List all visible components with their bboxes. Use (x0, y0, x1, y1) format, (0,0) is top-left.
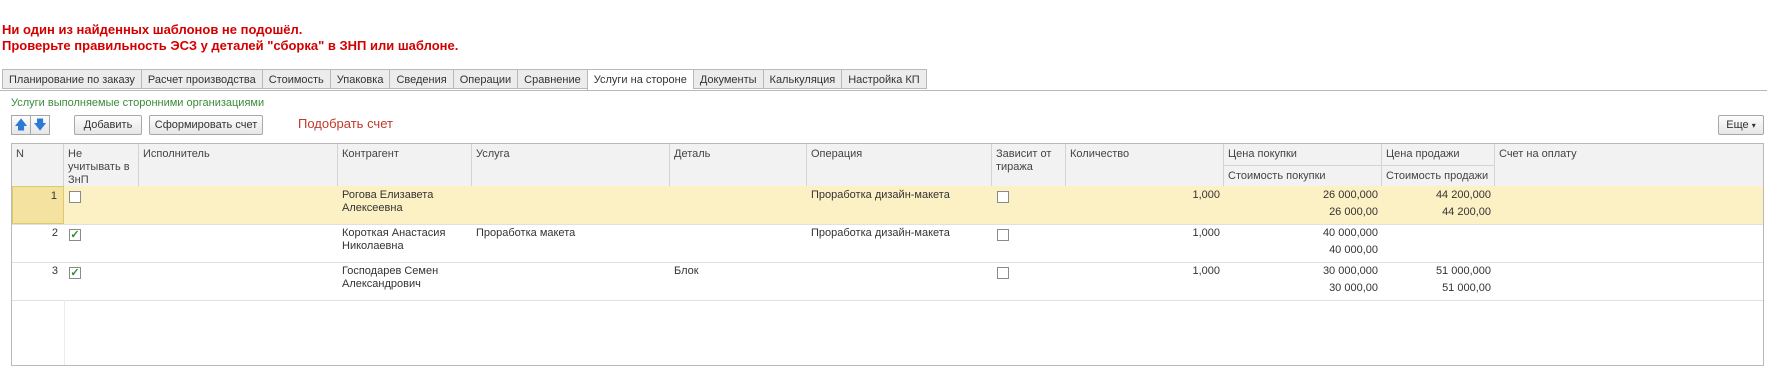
more-button[interactable]: Еще ▾ (1718, 115, 1764, 135)
operation-cell: Проработка дизайн-макета (811, 227, 950, 239)
col-contractor[interactable]: Контрагент (338, 144, 472, 186)
warning-line-1: Ни один из найденных шаблонов не подошёл… (2, 22, 303, 37)
contractor-line-2: Николаевна (342, 240, 404, 252)
table-row[interactable]: 1 Рогова Елизавета Алексеевна Проработка… (12, 186, 1763, 225)
exclude-checkbox[interactable]: ✓ (69, 229, 81, 241)
table-row[interactable]: 3 ✓ Господарев Семен Александрович Блок … (12, 262, 1763, 301)
quantity-cell: 1,000 (1192, 189, 1220, 201)
sell-cost-cell: 51 000,00 (1442, 282, 1491, 294)
tab-planning[interactable]: Планирование по заказу (2, 69, 141, 89)
caret-down-icon: ▾ (1751, 121, 1756, 130)
row-number: 1 (12, 186, 64, 224)
table-row[interactable]: 2 ✓ Короткая Анастасия Николаевна Прораб… (12, 224, 1763, 263)
services-table: N Не учитывать в ЗнП Исполнитель Контраг… (11, 143, 1764, 366)
col-sell-price[interactable]: Цена продажи (1382, 144, 1495, 165)
detail-cell: Блок (674, 265, 699, 277)
col-n[interactable]: N (12, 144, 64, 186)
tab-packaging[interactable]: Упаковка (329, 69, 390, 89)
sell-cost-cell: 44 200,00 (1442, 206, 1491, 218)
buy-cost-cell: 40 000,00 (1329, 244, 1378, 256)
contractor-line-1: Господарев Семен (342, 265, 439, 277)
buy-cost-cell: 26 000,00 (1329, 206, 1378, 218)
tab-bar: Планирование по заказу Расчет производст… (2, 69, 927, 91)
arrow-down-icon: 🡇 (33, 117, 47, 132)
row-number: 2 (51, 227, 58, 239)
col-detail[interactable]: Деталь (670, 144, 807, 186)
contractor-line-2: Алексеевна (342, 202, 403, 214)
tab-calculation[interactable]: Калькуляция (762, 69, 842, 89)
tab-kp-settings[interactable]: Настройка КП (841, 69, 927, 89)
tab-production-calc[interactable]: Расчет производства (140, 69, 262, 89)
col-operation[interactable]: Операция (807, 144, 992, 186)
exclude-checkbox[interactable]: ✓ (69, 267, 81, 279)
depends-checkbox[interactable] (997, 229, 1009, 241)
contractor-line-1: Рогова Елизавета (342, 189, 434, 201)
tab-cost[interactable]: Стоимость (261, 69, 330, 89)
warning-line-2: Проверьте правильность ЭСЗ у деталей "сб… (2, 38, 459, 53)
move-down-button[interactable]: 🡇 (30, 115, 50, 135)
tab-documents[interactable]: Документы (692, 69, 763, 89)
col-depends[interactable]: Зависит от тиража (992, 144, 1066, 186)
col-exclude[interactable]: Не учитывать в ЗнП (64, 144, 139, 186)
col-executor[interactable]: Исполнитель (139, 144, 338, 186)
contractor-cell: Рогова Елизавета Алексеевна (338, 186, 472, 218)
exclude-checkbox[interactable] (69, 191, 81, 203)
tab-outsourced-services[interactable]: Услуги на стороне (586, 69, 693, 91)
col-buy-price[interactable]: Цена покупки (1224, 144, 1382, 165)
arrow-up-icon: 🡅 (14, 117, 28, 132)
form-invoice-button[interactable]: Сформировать счет (149, 115, 263, 135)
service-cell: Проработка макета (476, 227, 576, 239)
quantity-cell: 1,000 (1192, 265, 1220, 277)
col-service[interactable]: Услуга (472, 144, 670, 186)
operation-cell: Проработка дизайн-макета (811, 189, 950, 201)
grid-divider (64, 300, 65, 365)
move-up-button[interactable]: 🡅 (11, 115, 31, 135)
table-header: N Не учитывать в ЗнП Исполнитель Контраг… (12, 144, 1763, 187)
col-quantity[interactable]: Количество (1066, 144, 1224, 186)
contractor-line-1: Короткая Анастасия (342, 227, 446, 239)
quantity-cell: 1,000 (1192, 227, 1220, 239)
add-button[interactable]: Добавить (74, 115, 142, 135)
col-sell-cost[interactable]: Стоимость продажи (1382, 165, 1495, 186)
tab-comparison[interactable]: Сравнение (517, 69, 587, 89)
section-caption: Услуги выполняемые сторонними организаци… (11, 97, 265, 109)
buy-cost-cell: 30 000,00 (1329, 282, 1378, 294)
more-label: Еще (1726, 119, 1749, 131)
col-invoice[interactable]: Счет на оплату (1495, 144, 1763, 186)
depends-checkbox[interactable] (997, 267, 1009, 279)
row-number: 3 (51, 265, 58, 277)
contractor-cell: Короткая Анастасия Николаевна (338, 224, 472, 256)
pick-invoice-link[interactable]: Подобрать счет (298, 116, 393, 131)
col-buy-cost[interactable]: Стоимость покупки (1224, 165, 1382, 186)
depends-checkbox[interactable] (997, 191, 1009, 203)
tab-divider (0, 90, 1767, 91)
tab-info[interactable]: Сведения (389, 69, 453, 89)
contractor-cell: Господарев Семен Александрович (338, 262, 472, 294)
tab-operations[interactable]: Операции (452, 69, 518, 89)
contractor-line-2: Александрович (342, 278, 421, 290)
